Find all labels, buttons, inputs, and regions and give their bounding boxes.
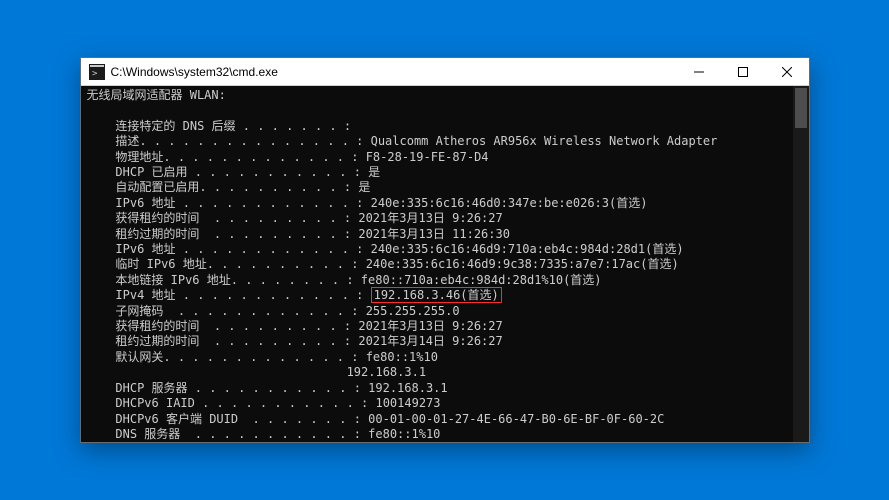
- dots: . . . . . . . . . :: [214, 227, 359, 241]
- config-value: 00-01-00-01-27-4E-66-47-B0-6E-BF-0F-60-2…: [368, 412, 664, 426]
- cmd-window: > C:\Windows\system32\cmd.exe 无线局域网适配器 W…: [80, 57, 810, 443]
- config-row: 描述. . . . . . . . . . . . . . . : Qualco…: [87, 134, 787, 149]
- config-value: fe80::710a:eb4c:984d:28d1%10(首选): [361, 273, 602, 287]
- config-row: 自动配置已启用. . . . . . . . . . : 是: [87, 180, 787, 195]
- dots: . . . . . . . . . . :: [207, 257, 366, 271]
- config-label: 自动配置已启用: [115, 180, 199, 194]
- config-row: DHCPv6 客户端 DUID . . . . . . . : 00-01-00…: [87, 412, 787, 427]
- config-label: DNS 服务器: [115, 427, 194, 441]
- cmd-icon: >: [89, 64, 105, 80]
- config-label: 连接特定的 DNS 后缀: [115, 119, 235, 133]
- config-value: 255.255.255.0: [366, 304, 460, 318]
- config-value: 240e:335:6c16:46d9:710a:eb4c:984d:28d1(首…: [371, 242, 684, 256]
- dots: . . . . . . . . . :: [214, 211, 359, 225]
- window-title: C:\Windows\system32\cmd.exe: [111, 65, 677, 79]
- config-label: 租约过期的时间: [115, 334, 213, 348]
- config-value: 2021年3月13日 9:26:27: [358, 211, 502, 225]
- close-button[interactable]: [765, 58, 809, 85]
- dots: . . . . . . . :: [236, 119, 359, 133]
- svg-text:>: >: [92, 69, 98, 79]
- config-label: 描述: [115, 134, 139, 148]
- config-value: fe80::1%10: [368, 427, 440, 441]
- wlan-adapter-header: 无线局域网适配器 WLAN:: [87, 88, 787, 103]
- config-value: 2021年3月14日 9:26:27: [358, 334, 502, 348]
- minimize-button[interactable]: [677, 58, 721, 85]
- config-value: 2021年3月13日 11:26:30: [358, 227, 510, 241]
- config-row: IPv6 地址 . . . . . . . . . . . . : 240e:3…: [87, 196, 787, 211]
- config-row: IPv4 地址 . . . . . . . . . . . . : 192.16…: [87, 288, 787, 303]
- config-row: 租约过期的时间 . . . . . . . . . : 2021年3月14日 9…: [87, 334, 787, 349]
- config-value: 是: [358, 180, 370, 194]
- config-label: 获得租约的时间: [115, 319, 213, 333]
- dots: . . . . . . . . . . . :: [195, 427, 368, 441]
- dots: . . . . . . . . . :: [214, 319, 359, 333]
- config-row: 默认网关. . . . . . . . . . . . . : fe80::1%…: [87, 350, 787, 365]
- dots: . . . . . . . . . :: [214, 334, 359, 348]
- config-value: fe80::1%10: [366, 350, 438, 364]
- maximize-button[interactable]: [721, 58, 765, 85]
- dots: . . . . . . . . . . :: [199, 180, 358, 194]
- config-row: DHCP 已启用 . . . . . . . . . . . : 是: [87, 165, 787, 180]
- config-value: 240e:335:6c16:46d0:347e:be:e026:3(首选): [371, 196, 648, 210]
- config-label: DHCPv6 IAID: [115, 396, 202, 410]
- window-controls: [677, 58, 809, 85]
- config-row: 连接特定的 DNS 后缀 . . . . . . . :: [87, 119, 787, 134]
- config-row: DHCP 服务器 . . . . . . . . . . . : 192.168…: [87, 381, 787, 396]
- config-value: 100149273: [375, 396, 440, 410]
- dots: . . . . . . . . . . . :: [195, 381, 368, 395]
- config-row: 临时 IPv6 地址. . . . . . . . . . : 240e:335…: [87, 257, 787, 272]
- config-label: IPv6 地址: [115, 242, 182, 256]
- config-row: 获得租约的时间 . . . . . . . . . : 2021年3月13日 9…: [87, 211, 787, 226]
- titlebar[interactable]: > C:\Windows\system32\cmd.exe: [81, 58, 809, 86]
- scroll-thumb[interactable]: [795, 88, 807, 128]
- config-label: IPv4 地址: [115, 288, 182, 302]
- dots: . . . . . . . . . . . . :: [183, 196, 371, 210]
- config-label: 获得租约的时间: [115, 211, 213, 225]
- config-label: 租约过期的时间: [115, 227, 213, 241]
- config-value-extra: 192.168.3.1: [87, 365, 787, 380]
- config-row: 物理地址. . . . . . . . . . . . . : F8-28-19…: [87, 150, 787, 165]
- terminal-output[interactable]: 无线局域网适配器 WLAN: 连接特定的 DNS 后缀 . . . . . . .…: [81, 86, 793, 442]
- config-value: 240e:335:6c16:46d9:9c38:7335:a7e7:17ac(首…: [366, 257, 679, 271]
- dots: . . . . . . . . . . . . . :: [163, 150, 365, 164]
- config-value: 192.168.3.1: [368, 381, 447, 395]
- config-label: 默认网关: [115, 350, 163, 364]
- config-row: IPv6 地址 . . . . . . . . . . . . : 240e:3…: [87, 242, 787, 257]
- dots: . . . . . . . . . . . . :: [183, 242, 371, 256]
- dots: . . . . . . . . . . . . :: [183, 288, 371, 302]
- config-label: 子网掩码: [115, 304, 177, 318]
- config-row: DNS 服务器 . . . . . . . . . . . : fe80::1%…: [87, 427, 787, 442]
- config-row: DHCPv6 IAID . . . . . . . . . . . : 1001…: [87, 396, 787, 411]
- config-label: IPv6 地址: [115, 196, 182, 210]
- dots: . . . . . . . . . . . . :: [178, 304, 366, 318]
- config-label: 物理地址: [115, 150, 163, 164]
- config-row: 子网掩码 . . . . . . . . . . . . : 255.255.2…: [87, 304, 787, 319]
- dots: . . . . . . . . :: [231, 273, 361, 287]
- config-value: Qualcomm Atheros AR956x Wireless Network…: [371, 134, 718, 148]
- config-label: DHCPv6 客户端 DUID: [115, 412, 252, 426]
- config-label: DHCP 服务器: [115, 381, 194, 395]
- dots: . . . . . . . . . . . . . :: [163, 350, 365, 364]
- config-value: 是: [368, 165, 380, 179]
- config-label: 本地链接 IPv6 地址: [115, 273, 230, 287]
- ipv4-address-highlighted: 192.168.3.46(首选): [371, 287, 502, 303]
- dots: . . . . . . . . . . . :: [195, 165, 368, 179]
- config-value: F8-28-19-FE-87-D4: [366, 150, 489, 164]
- terminal-area: 无线局域网适配器 WLAN: 连接特定的 DNS 后缀 . . . . . . .…: [81, 86, 809, 442]
- dots: . . . . . . . :: [253, 412, 369, 426]
- dots: . . . . . . . . . . . . . . . :: [139, 134, 370, 148]
- config-row: 获得租约的时间 . . . . . . . . . : 2021年3月13日 9…: [87, 319, 787, 334]
- config-row: 租约过期的时间 . . . . . . . . . : 2021年3月13日 1…: [87, 227, 787, 242]
- scrollbar[interactable]: [793, 86, 809, 442]
- blank-line: [87, 103, 787, 118]
- config-value: 2021年3月13日 9:26:27: [358, 319, 502, 333]
- config-row: 本地链接 IPv6 地址. . . . . . . . : fe80::710a…: [87, 273, 787, 288]
- config-label: 临时 IPv6 地址: [115, 257, 206, 271]
- dots: . . . . . . . . . . . :: [202, 396, 375, 410]
- config-label: DHCP 已启用: [115, 165, 194, 179]
